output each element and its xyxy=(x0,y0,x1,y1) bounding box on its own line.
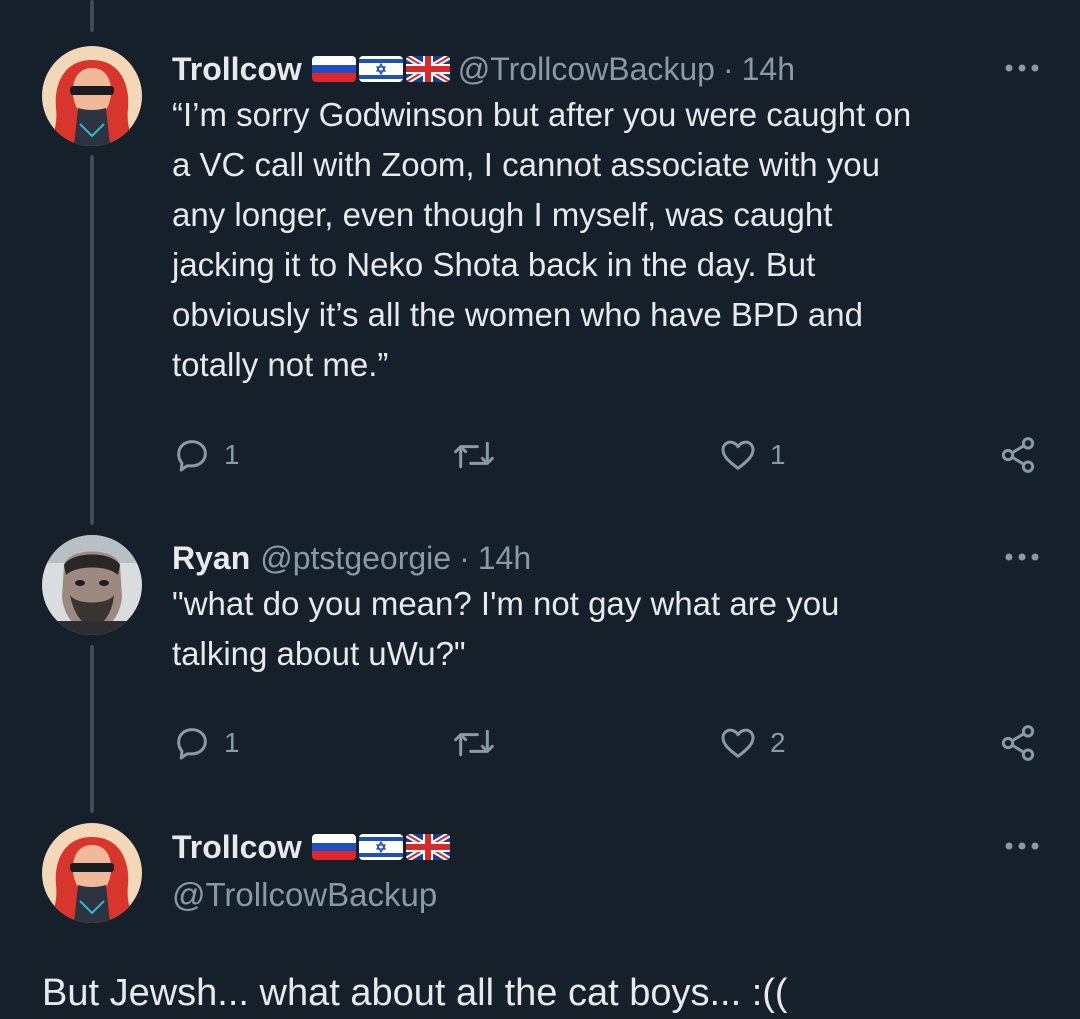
more-options-icon[interactable] xyxy=(1002,48,1042,88)
flag-emojis xyxy=(312,834,450,860)
thread-connector-2 xyxy=(90,645,94,813)
more-options-icon[interactable] xyxy=(1002,537,1042,577)
russia-flag-icon xyxy=(312,834,356,860)
reply-icon xyxy=(177,440,207,472)
share-button[interactable] xyxy=(998,720,1038,766)
display-name[interactable]: Ryan xyxy=(172,540,250,577)
tweet-header: Trollcow @TrollcowBackup · 14h xyxy=(172,48,1042,90)
retweet-button[interactable] xyxy=(452,432,496,478)
israel-flag-icon xyxy=(359,56,403,82)
separator: · xyxy=(722,50,734,87)
like-button[interactable]: 2 xyxy=(718,720,786,766)
reply-count: 1 xyxy=(224,727,240,758)
thread-connector-1 xyxy=(90,155,94,525)
reply-icon xyxy=(177,728,207,760)
tweet-actions: 1 2 xyxy=(172,720,1042,766)
russia-flag-icon xyxy=(312,56,356,82)
heart-icon xyxy=(721,728,755,758)
tweet-header: Trollcow xyxy=(172,826,1042,868)
more-options-icon[interactable] xyxy=(1002,826,1042,866)
timestamp[interactable]: 14h xyxy=(478,540,531,577)
thread-connector-top xyxy=(90,0,94,32)
share-icon xyxy=(1001,725,1035,761)
tweet-text: "what do you mean? I'm not gay what are … xyxy=(172,585,840,672)
tweet-1[interactable]: Trollcow @TrollcowBackup · 14h “I’m sorr… xyxy=(172,48,1042,390)
like-button[interactable]: 1 xyxy=(718,432,786,478)
heart-icon xyxy=(721,440,755,470)
like-count: 2 xyxy=(770,727,786,758)
display-name[interactable]: Trollcow xyxy=(172,51,302,88)
user-handle[interactable]: @TrollcowBackup xyxy=(172,876,437,914)
avatar[interactable] xyxy=(42,46,142,146)
flag-emojis xyxy=(312,56,450,82)
retweet-icon xyxy=(454,729,494,757)
retweet-icon xyxy=(454,441,494,469)
uk-flag-icon xyxy=(406,834,450,860)
reply-button[interactable]: 1 xyxy=(172,720,240,766)
reply-count: 1 xyxy=(224,439,240,470)
share-button[interactable] xyxy=(998,432,1038,478)
user-handle[interactable]: @ptstgeorgie xyxy=(260,540,451,577)
avatar[interactable] xyxy=(42,535,142,635)
israel-flag-icon xyxy=(359,834,403,860)
timestamp[interactable]: 14h xyxy=(742,51,795,88)
display-name[interactable]: Trollcow xyxy=(172,829,302,866)
user-handle[interactable]: @TrollcowBackup xyxy=(458,51,715,88)
tweet-3[interactable]: Trollcow xyxy=(172,826,1042,868)
retweet-button[interactable] xyxy=(452,720,496,766)
share-icon xyxy=(1001,437,1035,473)
reply-button[interactable]: 1 xyxy=(172,432,240,478)
avatar[interactable] xyxy=(42,823,142,923)
tweet-text: But Jewsh... what about all the cat boys… xyxy=(42,972,788,1014)
separator: · xyxy=(459,539,470,576)
uk-flag-icon xyxy=(406,56,450,82)
tweet-header: Ryan @ptstgeorgie · 14h xyxy=(172,537,1042,579)
tweet-2[interactable]: Ryan @ptstgeorgie · 14h "what do you mea… xyxy=(172,537,1042,679)
tweet-text: “I’m sorry Godwinson but after you were … xyxy=(172,96,912,383)
tweet-actions: 1 1 xyxy=(172,432,1042,478)
like-count: 1 xyxy=(770,439,786,470)
